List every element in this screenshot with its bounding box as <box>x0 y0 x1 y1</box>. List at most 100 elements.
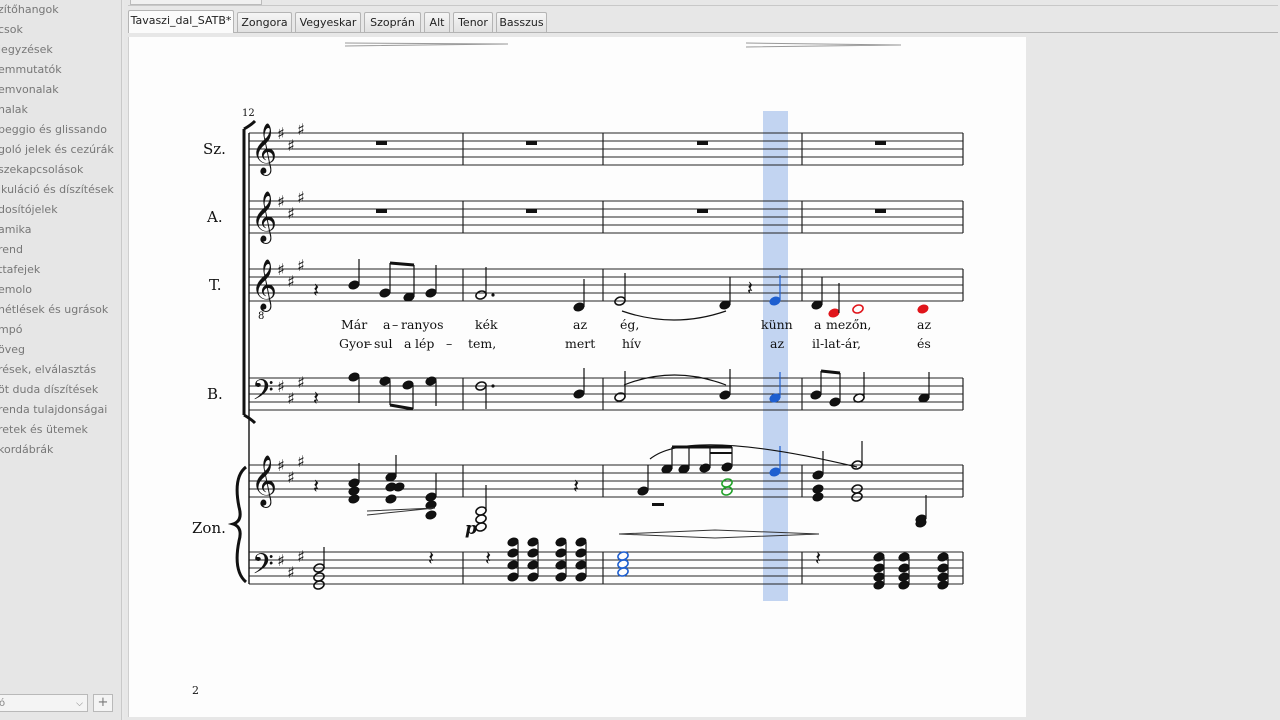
palette-item[interactable]: szekapcsolások <box>0 163 83 177</box>
palette-item[interactable]: jegyzések <box>0 43 53 57</box>
notehead <box>719 390 731 400</box>
sharp-sign: ♯ <box>277 260 285 279</box>
palette-item[interactable]: rések, elválasztás <box>0 363 96 377</box>
bass-clef: 𝄢 <box>252 548 274 588</box>
notehead <box>873 552 885 562</box>
staff-name-alto: A. <box>206 208 223 226</box>
notehead <box>527 537 539 547</box>
notehead <box>873 580 885 590</box>
lyric-syllable: mert <box>565 336 595 351</box>
lyric-syllable: a <box>814 317 822 332</box>
palette-item[interactable]: mpó <box>0 323 22 337</box>
palette-item[interactable]: retek és ütemek <box>0 423 88 437</box>
lyric-syllable: ég, <box>620 317 639 332</box>
notehead <box>425 288 437 298</box>
add-palette-button[interactable]: + <box>93 694 113 712</box>
palette-item[interactable]: amika <box>0 223 31 237</box>
staff-name-soprano: Sz. <box>203 140 226 158</box>
lyrics-verse-2: Gyor – sul a lép – tem, mert hív az il-l… <box>339 336 931 351</box>
palette-item[interactable]: rend <box>0 243 23 257</box>
notehead <box>527 572 539 582</box>
palette-item[interactable]: nalak <box>0 103 28 117</box>
notehead <box>829 397 841 407</box>
notehead <box>348 494 360 504</box>
workspace-select[interactable]: ó ⌵ <box>0 694 88 712</box>
tab-part-6[interactable]: Basszus <box>496 12 547 32</box>
lyric-syllable: az <box>917 317 931 332</box>
notehead <box>348 372 360 382</box>
lyrics-verse-1: Már a – ranyos kék az ég, künn a mezőn, … <box>341 317 931 332</box>
dot <box>491 384 495 388</box>
score-canvas[interactable]: 12 Sz. A. T. B. Zon. 𝄞 ♯♯♯𝄞 ♯♯♯𝄞 ♯♯♯𝄢 ♯♯♯𝄞 ♯♯… <box>129 37 1026 717</box>
palette-item[interactable]: ikuláció és díszítések <box>0 183 114 197</box>
whole-rest <box>697 209 708 213</box>
palette-item[interactable]: csok <box>0 23 23 37</box>
tab-active-score[interactable]: Tavaszi_dal_SATB* <box>128 10 234 33</box>
palette-item[interactable]: emvonalak <box>0 83 59 97</box>
notehead <box>573 389 585 399</box>
palette-item[interactable]: kordábrák <box>0 443 53 457</box>
notehead <box>812 492 824 502</box>
dynamic-piano: p <box>465 519 477 539</box>
quarter-rest: 𝄽 <box>313 386 319 410</box>
selection-highlight <box>763 111 788 601</box>
tab-part-5[interactable]: Tenor <box>453 12 493 32</box>
palette-item[interactable]: ttafejek <box>0 263 40 277</box>
treble-clef: 𝄞 <box>251 259 277 312</box>
tab-part-2[interactable]: Vegyeskar <box>295 12 361 32</box>
tab-part-4[interactable]: Alt <box>424 12 450 32</box>
notehead <box>873 563 885 573</box>
staves: 𝄞 ♯♯♯𝄞 ♯♯♯𝄞 ♯♯♯𝄢 ♯♯♯𝄞 ♯♯♯𝄢 ♯♯♯ <box>227 119 964 588</box>
notehead <box>507 537 519 547</box>
palette-item[interactable]: öveg <box>0 343 25 357</box>
palette-item[interactable]: zítőhangok <box>0 3 59 17</box>
tab-part-1[interactable]: Zongora <box>237 12 292 32</box>
page-number: 2 <box>192 684 199 697</box>
notehead <box>810 390 822 400</box>
palette-item[interactable]: renda tulajdonságai <box>0 403 107 417</box>
score-page[interactable]: 12 Sz. A. T. B. Zon. 𝄞 ♯ ♯ ♯ 𝄞 ♯ ♯ ♯ 𝄞 ♯ ♯ ♯ 𝄢 ♯ ♯ ♯ 𝄞 ♯ ♯… <box>128 37 1026 717</box>
lyric-syllable: il-lat-ár, <box>812 336 861 351</box>
toolbar-fragment <box>130 0 262 5</box>
tie <box>623 374 727 386</box>
palette-item[interactable]: emmutatók <box>0 63 62 77</box>
lyric-hyphen: – <box>392 317 398 332</box>
sharp-sign: ♯ <box>277 377 285 396</box>
top-toolbar-edge <box>128 0 1278 6</box>
half-rest <box>652 503 664 506</box>
notehead <box>555 572 567 582</box>
palette-item[interactable]: goló jelek és cezúrák <box>0 143 114 157</box>
palette-item[interactable]: peggio és glissando <box>0 123 107 137</box>
notehead <box>937 563 949 573</box>
palette-item[interactable]: emolo <box>0 283 32 297</box>
top-hairpin-right <box>745 42 902 48</box>
bass-clef: 𝄢 <box>252 374 274 414</box>
sharp-sign: ♯ <box>297 120 305 139</box>
treble-clef: 𝄞 <box>251 123 277 176</box>
notehead <box>721 486 733 496</box>
notehead <box>898 563 910 573</box>
palette-item[interactable]: dosítójelek <box>0 203 58 217</box>
lyric-syllable: mezőn, <box>826 317 871 332</box>
lyric-syllable: künn <box>761 317 793 332</box>
tab-part-3[interactable]: Szoprán <box>364 12 421 32</box>
notehead <box>637 486 649 496</box>
sharp-sign: ♯ <box>297 256 305 275</box>
notehead <box>573 302 585 312</box>
beam <box>389 403 414 411</box>
notehead <box>385 494 397 504</box>
sharp-sign: ♯ <box>277 124 285 143</box>
notehead <box>379 376 391 386</box>
lyric-syllable: sul <box>374 336 392 351</box>
sharp-sign: ♯ <box>287 272 295 291</box>
sharp-sign: ♯ <box>287 204 295 223</box>
notehead <box>348 280 360 290</box>
beam <box>389 261 415 267</box>
lyric-syllable: kék <box>475 317 498 332</box>
palette-item[interactable]: öt duda díszítések <box>0 383 98 397</box>
palette-item[interactable]: nétlések és ugrások <box>0 303 108 317</box>
lyric-syllable: a <box>383 317 391 332</box>
whole-rest <box>376 209 387 213</box>
top-hairpin-left <box>344 42 509 47</box>
score-tab-bar: Tavaszi_dal_SATB* Zongora Vegyeskar Szoprán… <box>128 10 1278 33</box>
